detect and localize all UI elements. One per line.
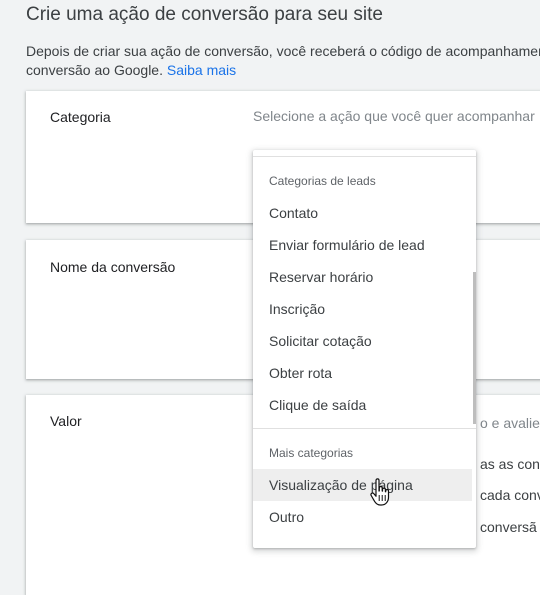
value-option-line-2: cada conv (480, 487, 540, 503)
dropdown-scrollbar[interactable] (473, 272, 476, 424)
menu-item-reservar-horario[interactable]: Reservar horário (253, 261, 472, 293)
category-select[interactable]: Selecione a ação que você quer acompanha… (253, 108, 535, 124)
menu-item-obter-rota[interactable]: Obter rota (253, 357, 472, 389)
dropdown-top-divider (253, 156, 476, 157)
hand-pointer-icon (370, 478, 390, 506)
menu-item-outro[interactable]: Outro (253, 501, 472, 533)
value-option-line-1: as as con (480, 456, 540, 472)
menu-item-clique-de-saida[interactable]: Clique de saída (253, 389, 472, 421)
dropdown-section-divider (253, 428, 476, 429)
category-dropdown-menu: Categorias de leads Contato Enviar formu… (253, 150, 476, 548)
menu-item-enviar-formulario[interactable]: Enviar formulário de lead (253, 229, 472, 261)
conversion-name-label: Nome da conversão (50, 259, 176, 275)
menu-item-solicitar-cotacao[interactable]: Solicitar cotação (253, 325, 472, 357)
more-categories-header: Mais categorias (269, 446, 354, 460)
value-option-line-3: conversã (480, 519, 537, 535)
menu-item-inscricao[interactable]: Inscrição (253, 293, 472, 325)
intro-line-2: conversão ao Google. Saiba mais (26, 61, 540, 80)
intro-line-2-text: conversão ao Google. (26, 62, 167, 78)
value-label: Valor (50, 413, 82, 429)
menu-item-contato[interactable]: Contato (253, 197, 472, 229)
menu-item-visualizacao-de-pagina[interactable]: Visualização de página (253, 469, 472, 501)
page-title: Crie uma ação de conversão para seu site (26, 4, 383, 25)
learn-more-link[interactable]: Saiba mais (167, 62, 236, 78)
intro-text: Depois de criar sua ação de conversão, v… (26, 42, 540, 80)
category-label: Categoria (50, 109, 111, 125)
lead-categories-header: Categorias de leads (269, 174, 376, 188)
value-description-line-1: o e avalie (480, 415, 540, 431)
intro-line-1: Depois de criar sua ação de conversão, v… (26, 43, 540, 59)
